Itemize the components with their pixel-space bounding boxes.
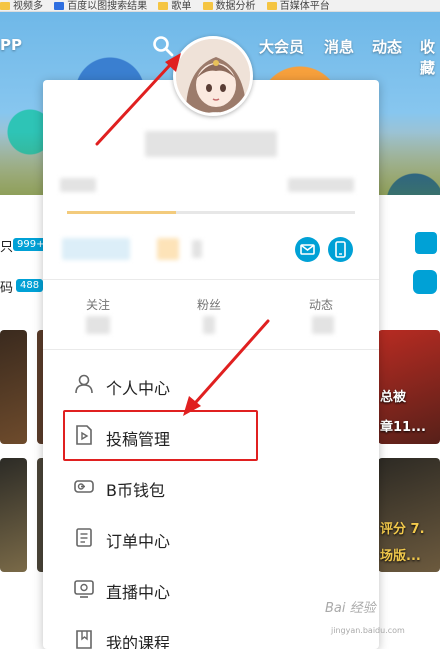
menu-label: 我的课程 xyxy=(106,634,171,649)
paw-icon xyxy=(54,2,65,10)
user-icon xyxy=(75,374,93,394)
bookmark-item[interactable]: 视频多 xyxy=(0,0,43,11)
menu-orders[interactable]: 订单中心 xyxy=(63,516,363,560)
bookmark-item[interactable]: 数据分析 xyxy=(202,0,256,11)
folder-icon xyxy=(266,2,277,10)
level-progress-fill xyxy=(67,211,177,214)
category-text[interactable]: 码 xyxy=(0,277,13,296)
camera-icon[interactable] xyxy=(413,270,437,294)
menu-label: 个人中心 xyxy=(106,379,171,398)
thumbnail-caption: 评分 7. xyxy=(380,522,425,537)
menu-my-courses[interactable]: 我的课程 xyxy=(63,618,363,649)
level-label-blurred xyxy=(60,178,96,192)
menu-label: B币钱包 xyxy=(106,481,165,500)
course-icon xyxy=(76,630,92,649)
bookmark-item[interactable]: 百媒体平台 xyxy=(266,0,330,11)
watermark-logo: Bai 经验 xyxy=(325,601,376,616)
stat-dynamics-label[interactable]: 动态 xyxy=(309,296,333,313)
menu-wallet[interactable]: B币钱包 xyxy=(63,465,363,509)
app-icon[interactable] xyxy=(415,232,437,254)
section-divider xyxy=(43,279,379,280)
nav-messages[interactable]: 消息 xyxy=(324,36,354,57)
thumbnail-caption: 总被 xyxy=(380,390,407,405)
nav-vip[interactable]: 大会员 xyxy=(259,36,304,57)
folder-icon xyxy=(0,2,10,10)
menu-label: 订单中心 xyxy=(106,532,171,551)
stat-following-count xyxy=(86,316,110,334)
username-blurred xyxy=(145,131,277,157)
category-text[interactable]: 只 xyxy=(0,236,13,255)
watermark-url: jingyan.baidu.com xyxy=(331,626,405,635)
order-icon xyxy=(76,528,92,547)
bookmark-item[interactable]: 百度以图搜索结果 xyxy=(54,0,147,11)
mail-icon[interactable] xyxy=(295,237,320,262)
folder-icon xyxy=(202,2,213,10)
phone-icon[interactable] xyxy=(328,237,353,262)
vip-badge-blurred xyxy=(62,238,130,260)
count-badge: 488 xyxy=(16,279,44,292)
bookmark-bar: 视频多 百度以图搜索结果 歌单 数据分析 百媒体平台 xyxy=(0,0,440,12)
coin-badge-blurred xyxy=(157,238,179,260)
bookmark-item[interactable]: 歌单 xyxy=(158,0,191,11)
highlight-box xyxy=(63,410,258,461)
stat-following-label[interactable]: 关注 xyxy=(86,296,110,313)
video-thumbnail[interactable] xyxy=(0,330,27,444)
stat-dynamics-count xyxy=(312,316,334,334)
stat-followers-count xyxy=(203,316,215,334)
thumbnail-caption: 场版... xyxy=(380,549,421,564)
folder-icon xyxy=(158,2,169,10)
menu-personal-center[interactable]: 个人中心 xyxy=(63,363,363,407)
coin-count-blurred xyxy=(192,240,202,258)
menu-label: 直播中心 xyxy=(106,583,171,602)
exp-value-blurred xyxy=(288,178,354,192)
level-progress-bar xyxy=(67,211,355,214)
nav-favorites[interactable]: 收藏 xyxy=(420,36,440,78)
stat-followers-label[interactable]: 粉丝 xyxy=(197,296,221,313)
thumbnail-caption: 章11... xyxy=(380,420,426,435)
menu-live-center[interactable]: 直播中心 xyxy=(63,567,363,611)
video-thumbnail[interactable] xyxy=(0,458,27,572)
section-divider xyxy=(43,349,379,350)
wallet-icon xyxy=(74,480,94,493)
search-icon[interactable] xyxy=(152,35,174,57)
nav-app-link[interactable]: PP xyxy=(0,36,22,54)
live-icon xyxy=(74,580,94,598)
user-avatar[interactable] xyxy=(173,36,253,116)
nav-dynamics[interactable]: 动态 xyxy=(372,36,402,57)
